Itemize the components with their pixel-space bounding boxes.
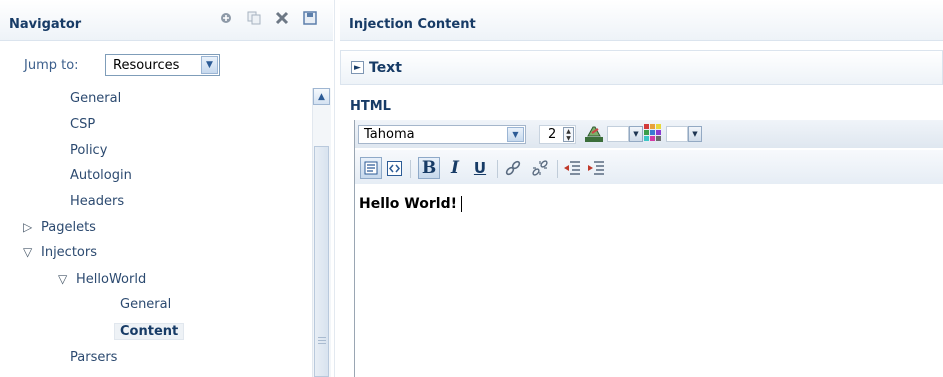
font-size-value: 2 — [548, 127, 557, 142]
navigator-header: Navigator — [0, 0, 333, 41]
tree-item[interactable]: General — [70, 91, 121, 106]
scroll-thumb[interactable] — [314, 146, 329, 377]
html-editor: Tahoma ▼ 2 ▲ ▼ ▼ ▼ B I U Hello World! — [354, 120, 943, 377]
unlink-button[interactable] — [529, 157, 551, 179]
tree-item[interactable]: Content — [114, 323, 185, 340]
tree-item[interactable]: CSP — [70, 117, 95, 132]
indent-button[interactable] — [585, 157, 607, 179]
tree-item-label: Parsers — [70, 350, 118, 365]
delete-icon[interactable] — [274, 10, 290, 26]
design-view-icon — [364, 161, 378, 175]
tree-item-label: Pagelets — [41, 220, 96, 235]
html-section-label: HTML — [350, 99, 391, 114]
highlight-color-icon[interactable] — [584, 125, 604, 143]
background-color-swatch[interactable] — [666, 126, 688, 142]
jump-to-label: Jump to: — [24, 58, 79, 73]
editor-text-value: Hello World! — [359, 196, 457, 212]
tree-item[interactable]: General — [120, 297, 171, 312]
editor-toolbar-font: Tahoma ▼ 2 ▲ ▼ ▼ ▼ — [355, 120, 943, 148]
tree-item-label: Content — [114, 323, 185, 340]
grip-icon — [318, 337, 326, 345]
toolbar-separator — [557, 160, 558, 178]
save-icon[interactable] — [302, 10, 318, 26]
scroll-up-icon[interactable]: ▲ — [313, 88, 330, 105]
tree-item[interactable]: ▽ Injectors — [23, 245, 97, 260]
editor-text: Hello World! — [359, 196, 462, 212]
source-view-button[interactable] — [383, 157, 405, 179]
source-view-icon — [386, 160, 402, 176]
panel-divider — [334, 0, 335, 377]
text-caret — [460, 196, 462, 212]
text-section-label: Text — [369, 60, 402, 76]
content-panel: Injection Content ► Text HTML Tahoma ▼ 2… — [334, 0, 943, 377]
chevron-down-icon[interactable]: ▼ — [201, 56, 218, 74]
page-title: Injection Content — [349, 17, 476, 32]
expanded-icon[interactable]: ▽ — [23, 245, 41, 259]
tree-item-label: Autologin — [70, 168, 132, 183]
navigator-title: Navigator — [9, 17, 82, 32]
font-size-stepper[interactable]: 2 ▲ ▼ — [539, 125, 576, 144]
indent-icon — [588, 161, 604, 175]
tree-item[interactable]: Autologin — [70, 168, 132, 183]
link-icon — [505, 160, 521, 176]
bold-button[interactable]: B — [418, 157, 440, 179]
navigator-tree: General CSP Policy Autologin Headers ▷ Pagelet… — [0, 84, 310, 377]
design-view-button[interactable] — [360, 157, 382, 179]
text-color-swatch[interactable] — [607, 126, 629, 142]
tree-item-label: Injectors — [41, 245, 97, 260]
jump-to-select[interactable]: Resources ▼ — [105, 54, 220, 76]
copy-icon[interactable] — [246, 10, 262, 26]
italic-button[interactable]: I — [444, 157, 466, 179]
collapsed-icon[interactable]: ▷ — [23, 220, 41, 234]
chevron-down-icon[interactable]: ▼ — [507, 127, 524, 142]
tree-item-label: Headers — [70, 194, 125, 209]
unlink-icon — [532, 160, 548, 176]
spinner-icon[interactable]: ▲ ▼ — [563, 127, 574, 142]
jump-to-value: Resources — [113, 58, 180, 73]
tree-item-label: CSP — [70, 117, 96, 132]
tree-item[interactable]: Policy — [70, 143, 107, 158]
font-family-value: Tahoma — [364, 127, 415, 142]
tree-scrollbar[interactable]: ▲ — [312, 88, 331, 377]
content-header: Injection Content — [340, 0, 943, 41]
tree-item-label: Policy — [70, 143, 108, 158]
underline-button[interactable]: U — [469, 157, 491, 179]
chevron-down-icon[interactable]: ▼ — [629, 126, 643, 142]
navigator-panel: Navigator Jump to: Resources ▼ General CS… — [0, 0, 333, 377]
toolbar-separator — [410, 160, 411, 178]
tree-item[interactable]: ▷ Pagelets — [23, 220, 96, 235]
tree-item[interactable]: ▽ HelloWorld — [58, 272, 146, 287]
tree-item-label: HelloWorld — [76, 272, 147, 287]
add-icon[interactable] — [218, 10, 234, 26]
text-section-header[interactable]: ► Text — [340, 50, 943, 85]
chevron-down-icon[interactable]: ▼ — [688, 126, 702, 142]
link-button[interactable] — [502, 157, 524, 179]
tree-item-label: General — [70, 91, 122, 106]
outdent-icon — [564, 161, 580, 175]
font-family-select[interactable]: Tahoma ▼ — [358, 125, 526, 144]
editor-toolbar-format: B I U — [355, 150, 943, 184]
expanded-icon[interactable]: ▽ — [58, 272, 76, 286]
toolbar-separator — [497, 160, 498, 178]
tree-item[interactable]: Parsers — [70, 350, 117, 365]
editor-content-area[interactable]: Hello World! — [355, 188, 943, 377]
expand-icon[interactable]: ► — [351, 61, 364, 74]
tree-item[interactable]: Headers — [70, 194, 124, 209]
background-color-icon[interactable] — [644, 124, 661, 141]
tree-item-label: General — [120, 297, 172, 312]
outdent-button[interactable] — [561, 157, 583, 179]
